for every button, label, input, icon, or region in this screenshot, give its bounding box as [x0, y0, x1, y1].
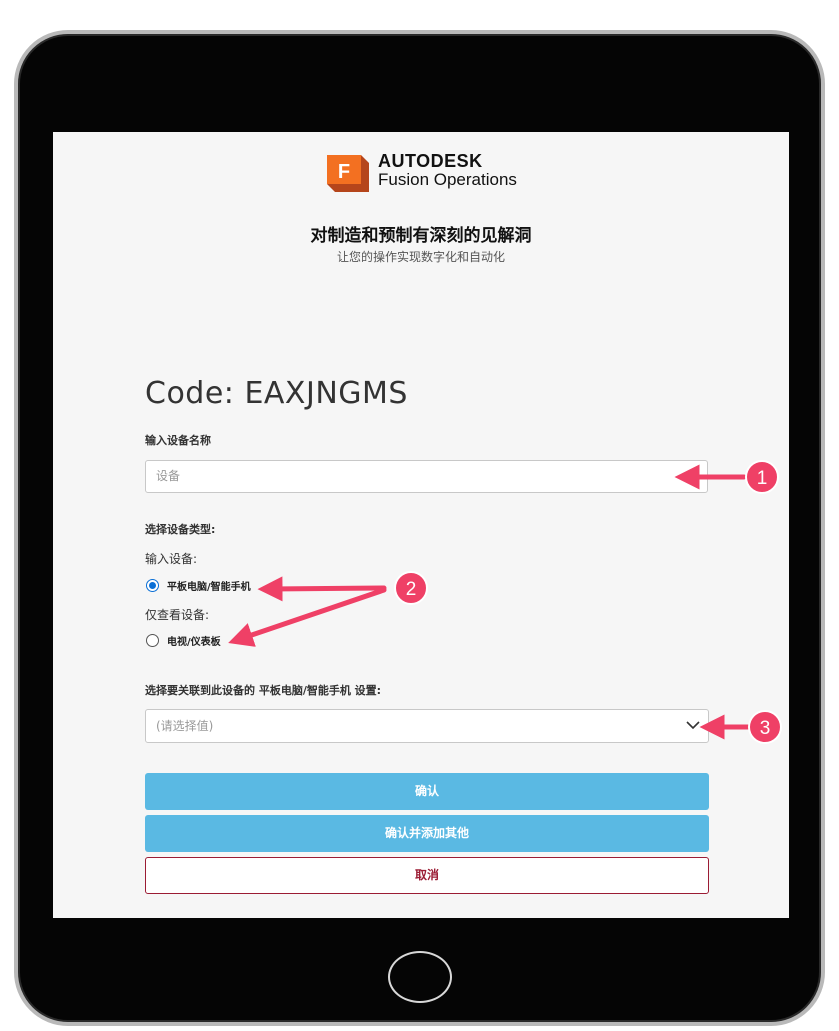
logo-product-text: Fusion Operations	[378, 170, 517, 189]
confirm-add-more-button[interactable]: 确认并添加其他	[145, 815, 709, 852]
settings-label: 选择要关联到此设备的 平板电脑/智能手机 设置:	[145, 684, 382, 697]
device-type-label: 选择设备类型:	[145, 523, 216, 536]
confirm-button[interactable]: 确认	[145, 773, 709, 810]
radio-option-tablet[interactable]: 平板电脑/智能手机	[146, 578, 251, 593]
cancel-button[interactable]: 取消	[145, 857, 709, 894]
device-name-input[interactable]: 设备	[145, 460, 708, 493]
input-device-label: 输入设备:	[145, 552, 198, 566]
page-subheadline: 让您的操作实现数字化和自动化	[336, 250, 505, 264]
settings-select[interactable]: (请选择值)	[145, 709, 709, 743]
device-name-label: 输入设备名称	[145, 434, 211, 447]
logo-letter: F	[338, 161, 350, 183]
device-code-title: Code: EAXJNGMS	[145, 376, 408, 411]
device-name-placeholder: 设备	[156, 469, 181, 483]
chevron-down-icon[interactable]	[686, 720, 700, 730]
view-only-device-label: 仅查看设备:	[145, 608, 210, 622]
logo-brand-text: AUTODESK	[378, 151, 483, 171]
tablet-option-label: 平板电脑/智能手机	[167, 582, 251, 593]
radio-option-tv[interactable]: 电视/仪表板	[146, 633, 221, 648]
app-screen: F AUTODESK Fusion Operations 对制造和预制有深刻的见…	[53, 132, 789, 918]
fusion-logo-icon: F	[327, 155, 369, 192]
page-headline: 对制造和预制有深刻的见解洞	[310, 226, 532, 246]
tv-option-label: 电视/仪表板	[167, 637, 221, 648]
tablet-radio-button[interactable]	[146, 579, 159, 592]
home-button[interactable]	[388, 951, 452, 1003]
autodesk-fusion-logo: F AUTODESK Fusion Operations	[327, 151, 537, 193]
settings-select-placeholder: (请选择值)	[156, 719, 214, 733]
tv-radio-button[interactable]	[146, 634, 159, 647]
